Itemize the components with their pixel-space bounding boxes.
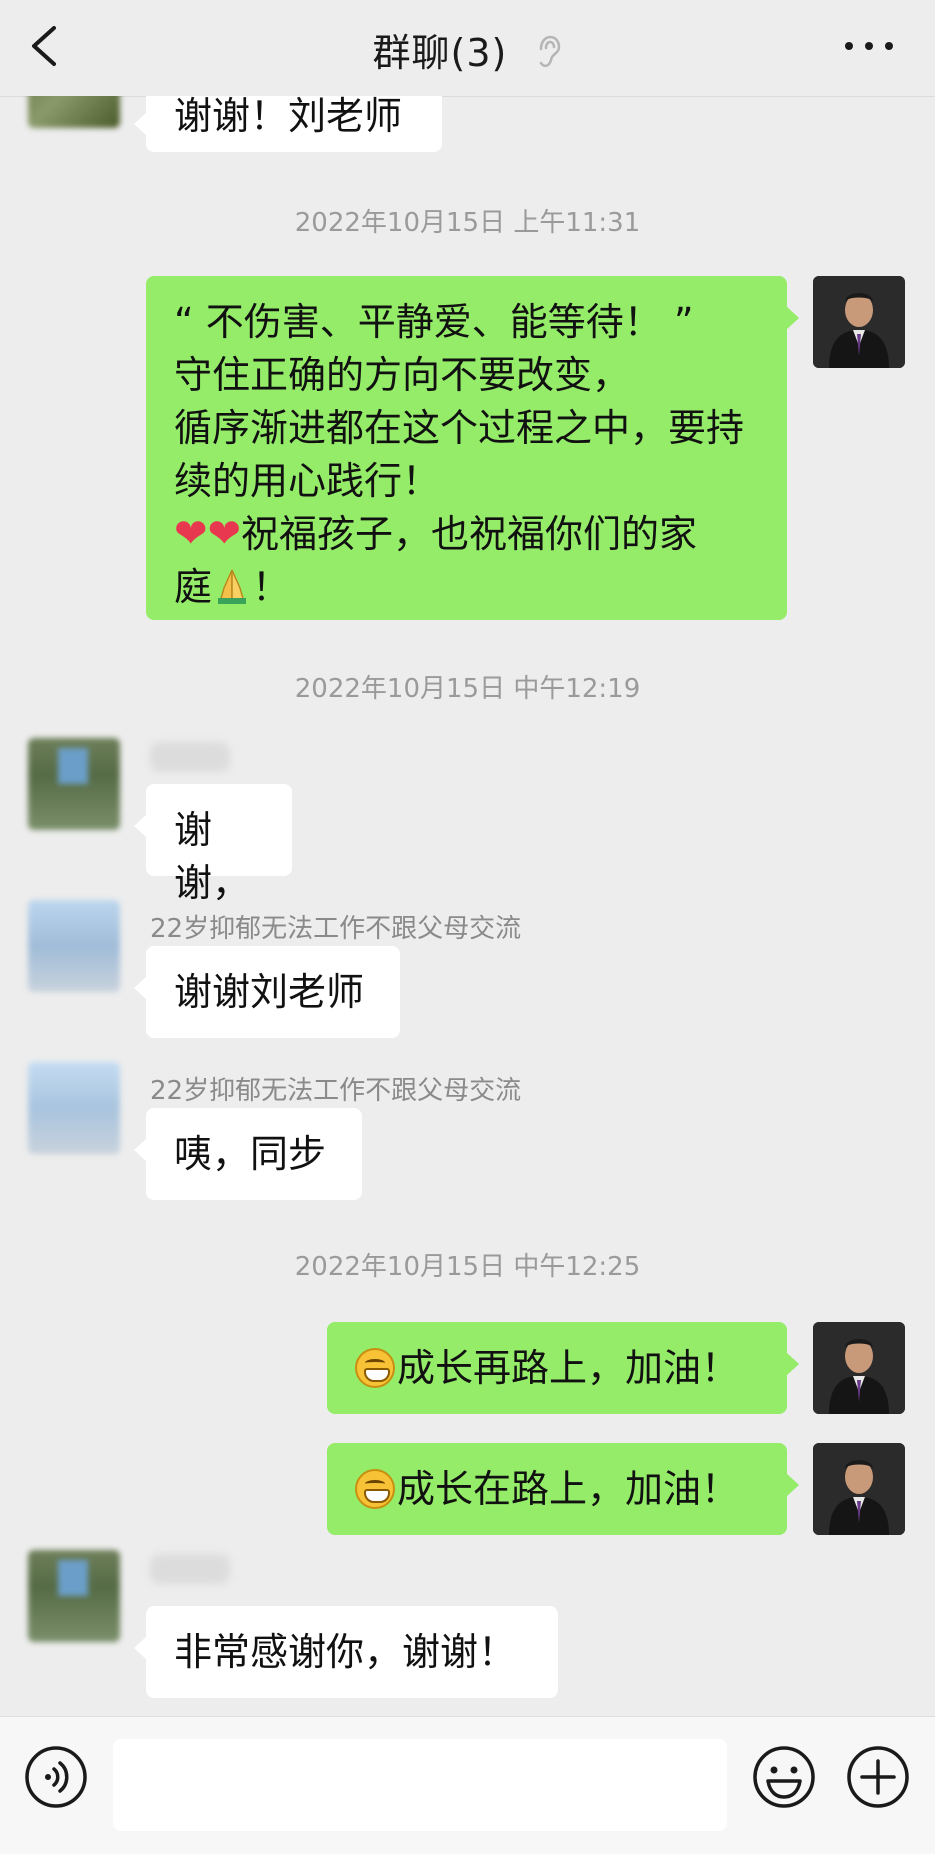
add-button[interactable] [846,1745,910,1809]
person-avatar-icon [813,276,905,368]
input-bar [0,1716,935,1854]
my-avatar[interactable] [813,276,905,368]
more-dots-icon [845,42,893,50]
message-bubble[interactable]: 非常感谢你，谢谢！ [134,1606,558,1698]
message-list[interactable]: 谢谢！刘老师 2022年10月15日 上午11:31 “ 不伤害、平静爱、能等待… [0,96,935,1716]
plus-icon [847,1746,909,1808]
timestamp: 2022年10月15日 上午11:31 [294,208,641,238]
sender-name: 22岁抑郁无法工作不跟父母交流 [150,914,522,944]
sender-name-blurred [150,742,230,772]
emoji-button[interactable] [752,1745,816,1809]
chat-header: 群聊(3) [0,0,935,97]
heart-icon: ❤ [207,511,242,557]
message-text: 庭 [174,565,213,609]
message-text: 祝福孩子，也祝福你们的家 [241,512,698,556]
message-bubble[interactable]: 谢谢刘老师 [134,946,400,1038]
avatar[interactable] [28,1550,120,1642]
heart-icon: ❤ [174,511,208,557]
more-button[interactable] [841,30,897,62]
chat-title: 群聊(3) [0,22,935,78]
voice-icon [25,1746,87,1808]
message-bubble[interactable]: 成长在路上，加油！ [327,1443,799,1535]
message-line: 守住正确的方向不要改变， [174,353,631,397]
person-avatar-icon [813,1443,905,1535]
sender-name-blurred [150,1554,230,1584]
timestamp: 2022年10月15日 中午12:19 [294,674,641,704]
message-line: 续的用心践行！ [174,459,441,503]
message-text: 咦，同步 [174,1132,327,1176]
grinning-face-icon [355,1469,395,1509]
message-text: 成长在路上，加油！ [397,1467,740,1511]
avatar[interactable] [28,96,120,128]
folded-hands-icon [212,566,252,620]
message-text: 成长再路上，加油！ [397,1346,740,1390]
message-input[interactable] [113,1739,727,1831]
my-avatar[interactable] [813,1443,905,1535]
voice-button[interactable] [24,1745,88,1809]
sender-name: 22岁抑郁无法工作不跟父母交流 [150,1076,522,1106]
emoji-icon [753,1746,815,1808]
message-bubble[interactable]: 咦，同步 [134,1108,362,1200]
ear-icon [536,34,562,78]
my-avatar[interactable] [813,1322,905,1414]
message-bubble[interactable]: “ 不伤害、平静爱、能等待！ ” 守住正确的方向不要改变， 循序渐进都在这个过程… [146,276,799,620]
avatar[interactable] [28,738,120,830]
avatar[interactable] [28,1062,120,1154]
message-bubble[interactable]: 谢谢！刘老师 [134,96,442,152]
message-text: 非常感谢你，谢谢！ [174,1630,517,1674]
message-text: ！ [252,565,291,609]
message-text: 谢谢！刘老师 [174,96,403,138]
message-line: 庭 ！ [174,561,759,620]
message-line: “ 不伤害、平静爱、能等待！ ” [174,300,694,344]
message-line: 循序渐进都在这个过程之中，要持 [174,406,745,450]
avatar[interactable] [28,900,120,992]
chat-title-text: 群聊(3) [372,31,508,75]
person-avatar-icon [813,1322,905,1414]
timestamp: 2022年10月15日 中午12:25 [294,1252,641,1282]
grinning-face-icon [355,1348,395,1388]
message-bubble[interactable]: 谢谢， [134,784,292,905]
message-line: ❤❤祝福孩子，也祝福你们的家 [174,508,759,561]
message-text: 谢谢， [174,808,251,905]
message-bubble[interactable]: 成长再路上，加油！ [327,1322,799,1414]
message-text: 谢谢刘老师 [174,970,365,1014]
